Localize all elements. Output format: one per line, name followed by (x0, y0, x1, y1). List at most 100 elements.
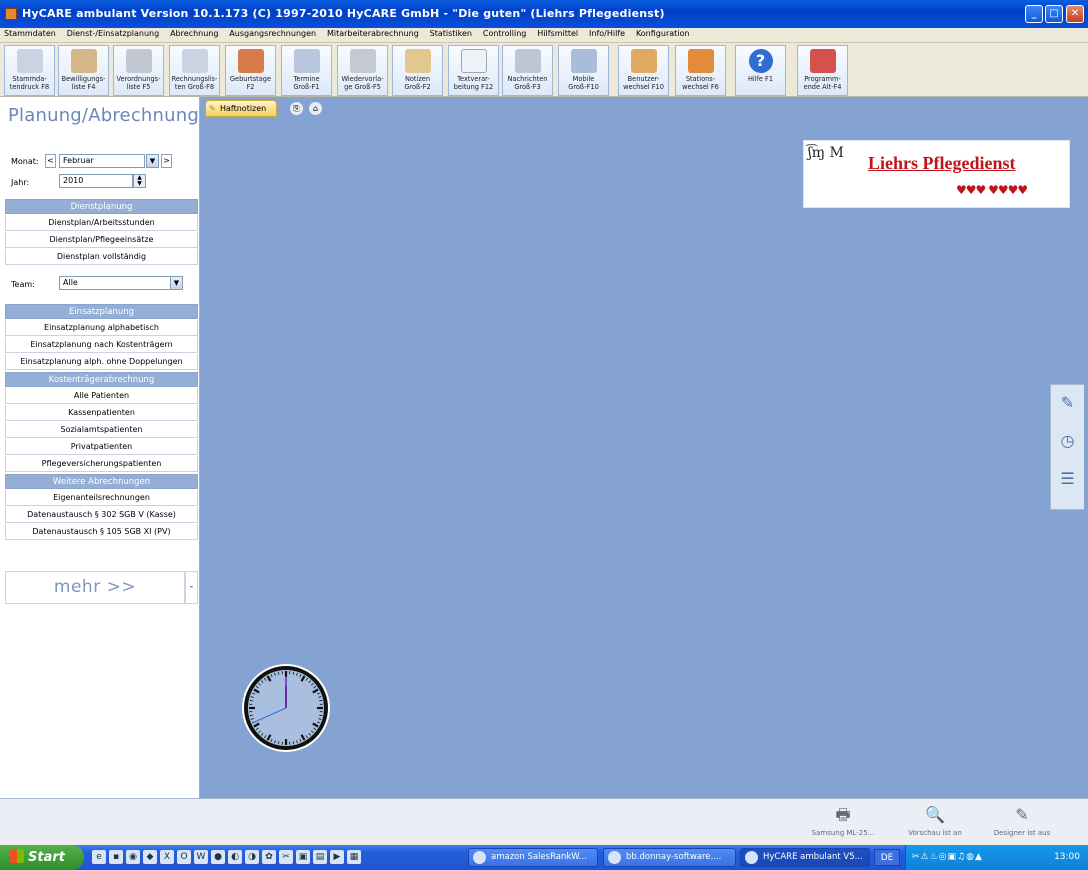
list-item[interactable]: Privatpatienten (5, 439, 198, 455)
section-weitere-abrechnungen: Weitere Abrechnungen (5, 474, 198, 489)
browser-icon[interactable]: e (92, 850, 106, 864)
list-item[interactable]: Dienstplan/Arbeitsstunden (5, 215, 198, 231)
preview-status-button[interactable]: 🔍 Vorschau ist an (900, 804, 970, 837)
toolbar-wiedervorlage-button[interactable]: Wiedervorla- ge Groß-F5 (337, 45, 388, 96)
language-indicator[interactable]: DE (874, 849, 900, 866)
toolbar-notizen-button[interactable]: Notizen Groß-F2 (392, 45, 443, 96)
monat-select[interactable]: Februar (59, 154, 145, 168)
list-item[interactable]: Alle Patienten (5, 388, 198, 404)
toolbar-textverarbeitung-button[interactable]: Textverar- beitung F12 (448, 45, 499, 96)
app-icon[interactable] (5, 8, 17, 20)
toolbar-mobile-button[interactable]: Mobile Groß-F10 (558, 45, 609, 96)
bottom-status-bar: 🖶 Samsung ML-25... 🔍 Vorschau ist an ✎ Desi… (0, 798, 1088, 844)
clock-note-icon[interactable]: ◷ (1056, 431, 1080, 453)
menu-mitarbeiterabrechnung[interactable]: Mitarbeiterabrechnung (323, 28, 423, 38)
list-item[interactable]: Kassenpatienten (5, 405, 198, 421)
list-item[interactable]: Dienstplan/Pflegeeinsätze (5, 232, 198, 248)
printer-icon: 🖶 (835, 805, 851, 824)
task-label: bb.donnay-software.... (626, 852, 722, 862)
excel-icon[interactable]: X (160, 850, 174, 864)
tab-haftnotizen[interactable]: ✎ Haftnotizen (205, 100, 278, 117)
menu-hilfsmittel[interactable]: Hilfsmittel (533, 28, 582, 38)
list-item[interactable]: Einsatzplanung alph. ohne Doppelungen (5, 354, 198, 370)
task-donnay[interactable]: bb.donnay-software.... (603, 848, 736, 867)
menu-info-hilfe[interactable]: Info/Hilfe (585, 28, 629, 38)
logo-name: Liehrs Pflegedienst (868, 153, 1016, 173)
toolbar-verordnungsliste-button[interactable]: Verordnungs- liste F5 (113, 45, 164, 96)
jahr-input[interactable]: 2010 (59, 174, 133, 188)
mehr-button[interactable]: mehr >> (5, 571, 185, 604)
toolbar-termine-button[interactable]: Termine Groß-F1 (281, 45, 332, 96)
task-hycare[interactable]: HyCARE ambulant V5... (740, 848, 870, 867)
media-icon[interactable]: ▶ (330, 850, 344, 864)
minimize-button[interactable]: _ (1025, 5, 1043, 23)
jahr-spinner[interactable]: ▲ ▼ (133, 174, 146, 188)
logo-signature: ʃ͡ɱ M (808, 145, 844, 161)
list-item[interactable]: Einsatzplanung nach Kostenträgern (5, 337, 198, 353)
app-icon[interactable]: ◐ (228, 850, 242, 864)
app-icon[interactable]: ✿ (262, 850, 276, 864)
list-item[interactable]: Einsatzplanung alphabetisch (5, 320, 198, 336)
house-icon[interactable]: ⌂ (308, 101, 323, 116)
list-item[interactable]: Dienstplan vollständig (5, 249, 198, 265)
app-icon[interactable]: ◆ (143, 850, 157, 864)
list-item[interactable]: Eigenanteilsrechnungen (5, 490, 198, 506)
toolbar-stammdatendruck-button[interactable]: Stammda- tendruck F8 (4, 45, 55, 96)
menu-dienst-einsatzplanung[interactable]: Dienst-/Einsatzplanung (63, 28, 164, 38)
firefox-icon[interactable]: ◉ (126, 850, 140, 864)
console-icon[interactable]: ▪ (109, 850, 123, 864)
list-item[interactable]: Sozialamtspatienten (5, 422, 198, 438)
team-select[interactable]: Alle (59, 276, 171, 290)
company-logo: ʃ͡ɱ M Liehrs Pflegedienst ♥♥♥ ♥♥♥♥ (803, 140, 1070, 208)
app-icon[interactable]: ▤ (313, 850, 327, 864)
task-label: amazon SalesRankW... (491, 852, 587, 862)
close-button[interactable]: ✕ (1066, 5, 1084, 23)
tray-icons[interactable]: ✂⚠♨◎▣♫◍▲ (912, 845, 983, 870)
chat-icon[interactable]: ☰ (1056, 469, 1080, 491)
calendar-icon (293, 49, 320, 73)
toolbar-geburtstage-button[interactable]: Geburtstage F2 (225, 45, 276, 96)
printer-status-button[interactable]: 🖶 Samsung ML-25... (808, 804, 878, 837)
toolbar-rechnungslisten-button[interactable]: Rechnungslis- ten Groß-F8 (169, 45, 220, 96)
chevron-down-icon[interactable]: ▼ (146, 154, 159, 168)
toolbar-nachrichten-button[interactable]: Nachrichten Groß-F3 (502, 45, 553, 96)
designer-label: Designer ist aus (993, 829, 1051, 837)
app-icon[interactable]: ▦ (347, 850, 361, 864)
outlook-icon[interactable]: O (177, 850, 191, 864)
list-item[interactable]: Pflegeversicherungspatienten (5, 456, 198, 472)
save-icon[interactable]: ▣ (296, 850, 310, 864)
attachment-icon[interactable]: ⎘ (289, 101, 304, 116)
menu-statistiken[interactable]: Statistiken (426, 28, 476, 38)
toolbar-hilfe-button[interactable]: ? Hilfe F1 (735, 45, 786, 96)
approval-list-icon (70, 49, 97, 73)
app-icon[interactable]: ✂ (279, 850, 293, 864)
printer-icon (16, 49, 43, 73)
word-icon[interactable]: W (194, 850, 208, 864)
maximize-button[interactable]: □ (1045, 5, 1063, 23)
menu-controlling[interactable]: Controlling (479, 28, 531, 38)
list-item[interactable]: Datenaustausch § 302 SGB V (Kasse) (5, 507, 198, 523)
toolbar-programmende-button[interactable]: Programm- ende Alt-F4 (797, 45, 848, 96)
right-side-toolbar: ✎ ◷ ☰ (1050, 384, 1084, 510)
toolbar-bewilligungsliste-button[interactable]: Bewilligungs- liste F4 (58, 45, 109, 96)
toolbar-benutzerwechsel-button[interactable]: Benutzer- wechsel F10 (618, 45, 669, 96)
mehr-collapse-button[interactable]: - (185, 571, 198, 604)
monat-prev-button[interactable]: < (45, 154, 56, 168)
designer-status-button[interactable]: ✎ Designer ist aus (987, 804, 1057, 837)
app-icon[interactable]: ◑ (245, 850, 259, 864)
analog-clock (242, 664, 330, 752)
app-icon (745, 851, 758, 864)
start-button[interactable]: Start (0, 845, 84, 870)
menu-abrechnung[interactable]: Abrechnung (166, 28, 222, 38)
notepad-icon[interactable]: ✎ (1056, 393, 1080, 415)
menu-ausgangsrechnungen[interactable]: Ausgangsrechnungen (225, 28, 320, 38)
toolbar-stationswechsel-button[interactable]: Stations- wechsel F6 (675, 45, 726, 96)
menu-stammdaten[interactable]: Stammdaten (0, 28, 60, 38)
monat-next-button[interactable]: > (161, 154, 172, 168)
app-icon[interactable]: ● (211, 850, 225, 864)
task-amazon[interactable]: amazon SalesRankW... (468, 848, 598, 867)
clock-time[interactable]: 13:00 (1054, 845, 1080, 870)
chevron-down-icon[interactable]: ▼ (170, 276, 183, 290)
list-item[interactable]: Datenaustausch § 105 SGB XI (PV) (5, 524, 198, 540)
menu-konfiguration[interactable]: Konfiguration (632, 28, 694, 38)
